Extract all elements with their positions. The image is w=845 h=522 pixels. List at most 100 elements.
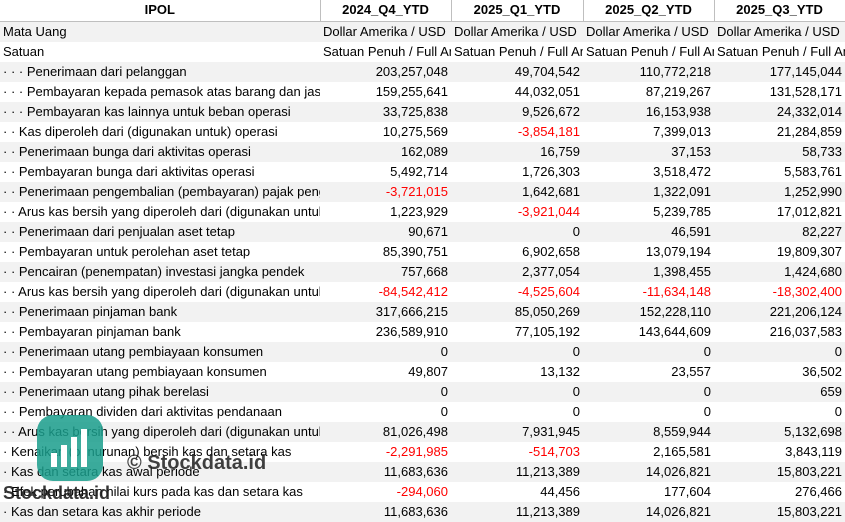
table-row: · · Penerimaan dari penjualan aset tetap…	[0, 221, 845, 242]
row-label: · · Pembayaran dividen dari aktivitas pe…	[0, 401, 320, 422]
table-row: · · Kas diperoleh dari (digunakan untuk)…	[0, 121, 845, 142]
row-label: · · Pembayaran utang pembiayaan konsumen	[0, 361, 320, 382]
row-value: 37,153	[583, 141, 714, 162]
row-label: · · Pembayaran untuk perolehan aset teta…	[0, 241, 320, 262]
row-value: 44,032,051	[451, 81, 583, 102]
row-value: 5,239,785	[583, 201, 714, 222]
row-value: 36,502	[714, 361, 845, 382]
row-value: Satuan Penuh / Full Amount	[320, 41, 451, 62]
row-value: 216,037,583	[714, 321, 845, 342]
row-label: Mata Uang	[0, 21, 320, 42]
row-value: 82,227	[714, 221, 845, 242]
row-value: 44,456	[451, 481, 583, 502]
table-body: Mata Uang Dollar Amerika / USD Dollar Amer…	[0, 21, 845, 522]
row-value: 3,518,472	[583, 161, 714, 182]
table-row: · · Pembayaran untuk perolehan aset teta…	[0, 241, 845, 262]
row-label: · · · Pembayaran kepada pemasok atas bar…	[0, 81, 320, 102]
row-value: 49,704,542	[451, 61, 583, 82]
row-label: · · Penerimaan utang pihak berelasi	[0, 381, 320, 402]
row-value: 659	[714, 381, 845, 402]
row-value: Satuan Penuh / Full Amount	[583, 41, 714, 62]
row-value: 1,322,091	[583, 181, 714, 202]
row-value: -84,542,412	[320, 281, 451, 302]
table-row: · Kas dan setara kas akhir periode 11,683…	[0, 501, 845, 522]
row-value: 152,228,110	[583, 301, 714, 322]
row-label: · · Penerimaan utang pembiayaan konsumen	[0, 341, 320, 362]
table-row: · · · Pembayaran kas lainnya untuk beban…	[0, 101, 845, 122]
row-value: 13,079,194	[583, 241, 714, 262]
row-value: 49,807	[320, 361, 451, 382]
row-value: 15,803,221	[714, 461, 845, 482]
row-value: 21,284,859	[714, 121, 845, 142]
row-label: · · Arus kas bersih yang diperoleh dari …	[0, 421, 320, 442]
row-value: 77,105,192	[451, 321, 583, 342]
table-row: · · Penerimaan pengembalian (pembayaran)…	[0, 181, 845, 202]
row-value: 177,604	[583, 481, 714, 502]
row-value: -2,291,985	[320, 441, 451, 462]
row-value: 0	[320, 381, 451, 402]
row-value: -294,060	[320, 481, 451, 502]
row-value: 1,726,303	[451, 161, 583, 182]
row-value: 58,733	[714, 141, 845, 162]
row-label: · · Penerimaan bunga dari aktivitas oper…	[0, 141, 320, 162]
row-value: 46,591	[583, 221, 714, 242]
row-label: · Kas dan setara kas awal periode	[0, 461, 320, 482]
row-value: 0	[451, 381, 583, 402]
row-value: -3,854,181	[451, 121, 583, 142]
row-value: 23,557	[583, 361, 714, 382]
row-value: Satuan Penuh / Full Amount	[451, 41, 583, 62]
row-value: 159,255,641	[320, 81, 451, 102]
row-value: 14,026,821	[583, 501, 714, 522]
row-value: 0	[320, 401, 451, 422]
row-value: -3,721,015	[320, 181, 451, 202]
row-value: 0	[451, 401, 583, 422]
row-label: · · Penerimaan pengembalian (pembayaran)…	[0, 181, 320, 202]
row-label: · · Arus kas bersih yang diperoleh dari …	[0, 281, 320, 302]
row-value: 16,759	[451, 141, 583, 162]
table-row: SatuanSatuan Penuh / Full AmountSatuan P…	[0, 41, 845, 62]
table-row: · · Pembayaran bunga dari aktivitas oper…	[0, 161, 845, 182]
row-value: Dollar Amerika / USD	[714, 21, 845, 42]
row-value: 0	[320, 341, 451, 362]
row-value: 11,683,636	[320, 501, 451, 522]
row-value: 0	[583, 341, 714, 362]
row-value: Dollar Amerika / USD	[451, 21, 583, 42]
row-value: 9,526,672	[451, 101, 583, 122]
row-value: 203,257,048	[320, 61, 451, 82]
row-value: 85,390,751	[320, 241, 451, 262]
table-row: · · · Penerimaan dari pelanggan 203,257,0…	[0, 61, 845, 82]
table-row: · Efek perubahan nilai kurs pada kas dan…	[0, 481, 845, 502]
table-row: · · Penerimaan utang pembiayaan konsumen…	[0, 341, 845, 362]
row-value: 177,145,044	[714, 61, 845, 82]
row-label: · · · Pembayaran kas lainnya untuk beban…	[0, 101, 320, 122]
row-value: 2,377,054	[451, 261, 583, 282]
row-label: · · Kas diperoleh dari (digunakan untuk)…	[0, 121, 320, 142]
table-row: · · · Pembayaran kepada pemasok atas bar…	[0, 81, 845, 102]
row-value: 236,589,910	[320, 321, 451, 342]
row-value: 143,644,609	[583, 321, 714, 342]
row-value: -4,525,604	[451, 281, 583, 302]
row-value: 15,803,221	[714, 501, 845, 522]
cash-flow-table: IPOL 2024_Q4_YTD 2025_Q1_YTD 2025_Q2_YTD…	[0, 0, 845, 522]
row-label: · Kas dan setara kas akhir periode	[0, 501, 320, 522]
table-row: · · Penerimaan utang pihak berelasi 0 0 0 65…	[0, 381, 845, 402]
row-value: 131,528,171	[714, 81, 845, 102]
row-value: 3,843,119	[714, 441, 845, 462]
row-label: · Kenaikan (penurunan) bersih kas dan se…	[0, 441, 320, 462]
row-label: · Efek perubahan nilai kurs pada kas dan…	[0, 481, 320, 502]
row-value: Dollar Amerika / USD	[320, 21, 451, 42]
row-label: Satuan	[0, 41, 320, 62]
table-row: Mata Uang Dollar Amerika / USD Dollar Amer…	[0, 21, 845, 42]
row-value: 10,275,569	[320, 121, 451, 142]
row-value: -11,634,148	[583, 281, 714, 302]
row-value: 276,466	[714, 481, 845, 502]
row-value: 14,026,821	[583, 461, 714, 482]
row-value: 221,206,124	[714, 301, 845, 322]
row-value: 0	[583, 401, 714, 422]
row-label: · · Penerimaan dari penjualan aset tetap	[0, 221, 320, 242]
table-row: · · Pembayaran utang pembiayaan konsumen…	[0, 361, 845, 382]
row-value: 162,089	[320, 141, 451, 162]
table-row: · Kas dan setara kas awal periode 11,683,…	[0, 461, 845, 482]
row-value: 11,213,389	[451, 501, 583, 522]
row-value: 0	[451, 341, 583, 362]
